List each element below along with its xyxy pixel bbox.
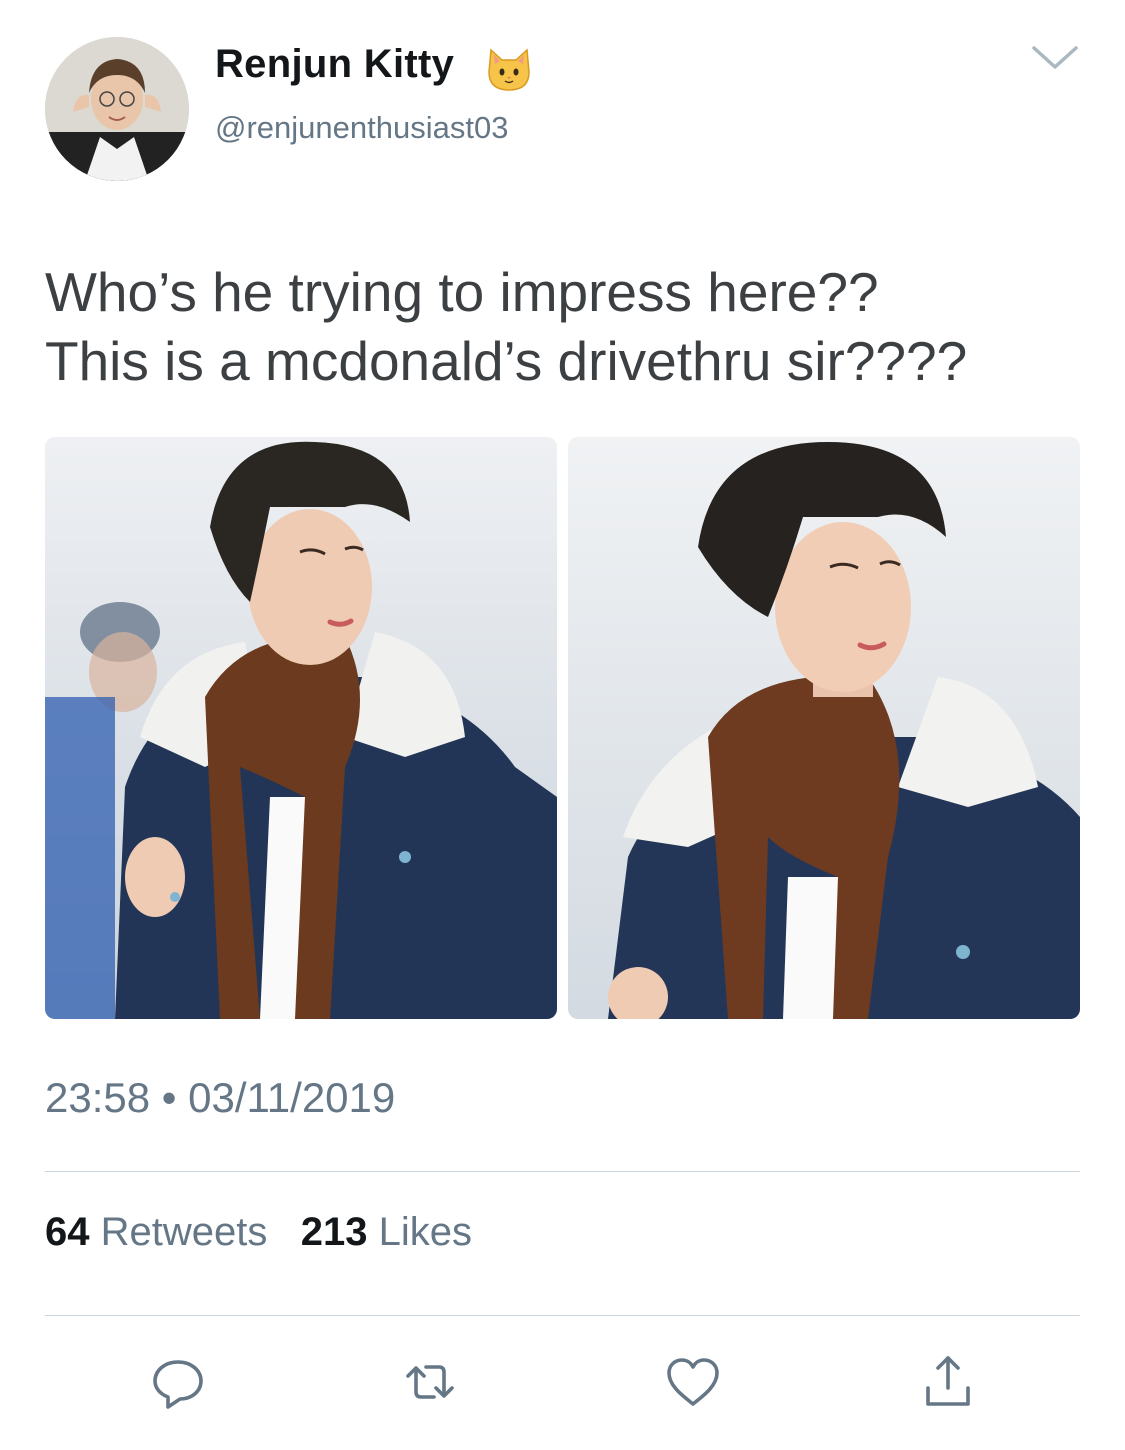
tweet-date: 03/11/2019 bbox=[188, 1074, 396, 1121]
timestamp-separator: • bbox=[161, 1074, 177, 1121]
user-handle[interactable]: @renjunenthusiast03 bbox=[215, 110, 508, 146]
tweet-timestamp[interactable]: 23:58 • 03/11/2019 bbox=[45, 1074, 395, 1122]
display-name[interactable]: Renjun Kitty bbox=[215, 42, 454, 87]
divider bbox=[45, 1171, 1080, 1172]
retweet-button[interactable] bbox=[400, 1352, 460, 1412]
retweet-icon bbox=[406, 1365, 454, 1399]
reply-button[interactable] bbox=[148, 1352, 208, 1412]
tweet-text-line: This is a mcdonald’s drivethru sir???? bbox=[45, 330, 968, 392]
retweets-stat[interactable]: 64 Retweets bbox=[45, 1210, 279, 1254]
reply-icon bbox=[153, 1360, 203, 1409]
tweet-time: 23:58 bbox=[45, 1074, 151, 1121]
likes-label: Likes bbox=[378, 1210, 472, 1254]
heart-icon bbox=[667, 1358, 719, 1406]
cat-face-icon bbox=[488, 48, 530, 91]
tweet-stats: 64 Retweets 213 Likes bbox=[45, 1210, 472, 1255]
likes-count: 213 bbox=[300, 1210, 368, 1254]
tweet-photo-1[interactable] bbox=[45, 437, 557, 1019]
retweets-count: 64 bbox=[45, 1210, 90, 1254]
tweet-photo-2[interactable] bbox=[568, 437, 1080, 1019]
likes-stat[interactable]: 213 Likes bbox=[301, 1210, 472, 1254]
avatar[interactable] bbox=[45, 37, 189, 181]
tweet-text-line: Who’s he trying to impress here?? bbox=[45, 261, 879, 323]
share-button[interactable] bbox=[918, 1352, 978, 1412]
chevron-down-icon[interactable] bbox=[1030, 40, 1080, 74]
retweets-label: Retweets bbox=[100, 1210, 268, 1254]
share-icon bbox=[926, 1356, 970, 1406]
like-button[interactable] bbox=[663, 1352, 723, 1412]
tweet-text: Who’s he trying to impress here?? This i… bbox=[45, 258, 1085, 396]
divider bbox=[45, 1315, 1080, 1316]
tweet-detail: Renjun Kitty @renjunenthusiast03 Who’s h… bbox=[0, 0, 1125, 1450]
